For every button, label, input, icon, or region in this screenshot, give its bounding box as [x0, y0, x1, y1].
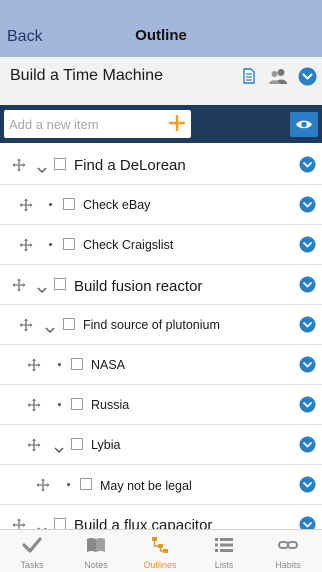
- item-checkbox[interactable]: [63, 198, 75, 210]
- outline-item[interactable]: May not be legal: [0, 465, 322, 505]
- bullet-icon: [58, 403, 61, 406]
- bullet-icon: [49, 203, 52, 206]
- chain-icon: [278, 536, 298, 554]
- drag-handle-icon[interactable]: [19, 318, 33, 332]
- people-icon[interactable]: [268, 68, 288, 84]
- item-label: NASA: [91, 358, 126, 372]
- outline-item[interactable]: Find source of plutonium: [0, 305, 322, 345]
- notes-icon[interactable]: [242, 68, 256, 84]
- outline-tree-icon: [150, 536, 170, 554]
- chevron-down-icon[interactable]: [299, 436, 316, 453]
- outline-list: Find a DeLorean Check eBay Check Craigsl…: [0, 143, 322, 529]
- item-label: Check eBay: [83, 198, 151, 212]
- chevron-down-icon[interactable]: [299, 476, 316, 493]
- plus-icon[interactable]: [168, 114, 186, 132]
- item-label: Check Craigslist: [83, 238, 174, 252]
- tab-label: Outlines: [143, 560, 177, 570]
- outline-item[interactable]: Build fusion reactor: [0, 265, 322, 305]
- outline-item[interactable]: Build a flux capacitor: [0, 505, 322, 529]
- chevron-down-icon[interactable]: [37, 161, 47, 173]
- tab-outlines[interactable]: Outlines: [128, 530, 192, 572]
- tab-label: Notes: [84, 560, 108, 570]
- outline-item[interactable]: Russia: [0, 385, 322, 425]
- tab-bar: Tasks Notes Outlines Lists Habits: [0, 529, 322, 572]
- drag-handle-icon[interactable]: [12, 278, 26, 292]
- drag-handle-icon[interactable]: [36, 478, 50, 492]
- list-icon: [214, 536, 234, 554]
- bullet-icon: [58, 363, 61, 366]
- outline-item[interactable]: Check eBay: [0, 185, 322, 225]
- chevron-down-icon[interactable]: [299, 236, 316, 253]
- eye-icon[interactable]: [290, 112, 318, 137]
- bullet-icon: [49, 243, 52, 246]
- item-label: Build a flux capacitor: [74, 517, 213, 529]
- checkmark-icon: [22, 536, 42, 554]
- page-title: Outline: [135, 27, 187, 44]
- drag-handle-icon[interactable]: [19, 198, 33, 212]
- navigation-bar: Back Outline: [0, 0, 322, 57]
- chevron-down-icon[interactable]: [37, 521, 47, 529]
- drag-handle-icon[interactable]: [27, 398, 41, 412]
- chevron-down-icon[interactable]: [299, 516, 316, 529]
- chevron-down-icon[interactable]: [299, 276, 316, 293]
- item-checkbox[interactable]: [54, 278, 66, 290]
- drag-handle-icon[interactable]: [12, 158, 26, 172]
- item-checkbox[interactable]: [63, 318, 75, 330]
- project-title: Build a Time Machine: [10, 67, 163, 84]
- item-checkbox[interactable]: [80, 478, 92, 490]
- book-icon: [86, 536, 106, 554]
- add-item-bar: [0, 105, 322, 143]
- chevron-down-icon[interactable]: [299, 196, 316, 213]
- tab-tasks[interactable]: Tasks: [0, 530, 64, 572]
- chevron-down-icon[interactable]: [45, 321, 55, 333]
- chevron-down-icon[interactable]: [299, 396, 316, 413]
- item-checkbox[interactable]: [71, 438, 83, 450]
- outline-item[interactable]: Lybia: [0, 425, 322, 465]
- outline-item[interactable]: Find a DeLorean: [0, 145, 322, 185]
- outline-item[interactable]: Check Craigslist: [0, 225, 322, 265]
- outline-item[interactable]: NASA: [0, 345, 322, 385]
- item-label: Find a DeLorean: [74, 157, 186, 174]
- drag-handle-icon[interactable]: [27, 438, 41, 452]
- drag-handle-icon[interactable]: [12, 518, 26, 529]
- item-label: Find source of plutonium: [83, 318, 220, 332]
- item-label: Build fusion reactor: [74, 278, 203, 295]
- item-label: May not be legal: [100, 479, 192, 493]
- chevron-down-icon[interactable]: [299, 316, 316, 333]
- item-checkbox[interactable]: [63, 238, 75, 250]
- item-label: Lybia: [91, 438, 121, 452]
- chevron-down-icon[interactable]: [37, 281, 47, 293]
- chevron-down-icon[interactable]: [54, 441, 64, 453]
- tab-habits[interactable]: Habits: [256, 530, 320, 572]
- tab-notes[interactable]: Notes: [64, 530, 128, 572]
- tab-label: Lists: [214, 560, 234, 570]
- item-checkbox[interactable]: [54, 518, 66, 529]
- chevron-down-icon[interactable]: [299, 356, 316, 373]
- item-checkbox[interactable]: [54, 158, 66, 170]
- tab-label: Habits: [275, 560, 301, 570]
- item-label: Russia: [91, 398, 130, 412]
- chevron-down-icon[interactable]: [298, 67, 317, 86]
- add-item-input[interactable]: [4, 110, 191, 138]
- drag-handle-icon[interactable]: [27, 358, 41, 372]
- tab-lists[interactable]: Lists: [192, 530, 256, 572]
- project-header: Build a Time Machine: [0, 57, 322, 105]
- tab-label: Tasks: [20, 560, 44, 570]
- drag-handle-icon[interactable]: [19, 238, 33, 252]
- item-checkbox[interactable]: [71, 358, 83, 370]
- item-checkbox[interactable]: [71, 398, 83, 410]
- bullet-icon: [67, 483, 70, 486]
- chevron-down-icon[interactable]: [299, 156, 316, 173]
